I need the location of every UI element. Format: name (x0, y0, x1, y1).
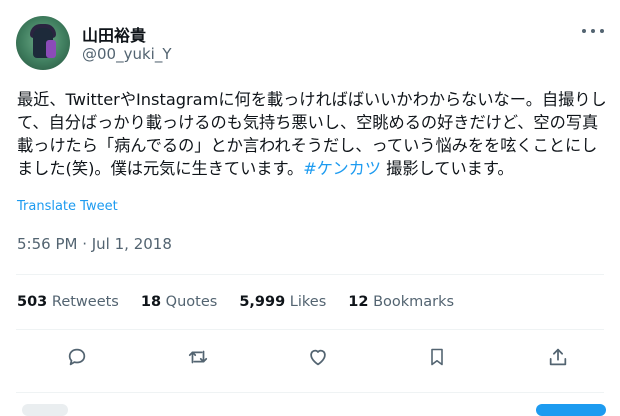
engagement-stats: 503 Retweets 18 Quotes 5,999 Likes 12 Bo… (17, 294, 454, 310)
like-button[interactable] (305, 344, 331, 370)
reply-button[interactable] (64, 344, 90, 370)
partial-button-right[interactable] (536, 404, 606, 416)
likes-count: 5,999 (239, 294, 286, 310)
tweet-text: 最近、TwitterやInstagramに何を載っければばいいかわからないなー。… (17, 88, 613, 180)
share-icon (549, 348, 567, 366)
more-options-icon[interactable] (582, 24, 604, 38)
retweets-stat[interactable]: 503 Retweets (17, 294, 119, 310)
partial-element-left (22, 404, 68, 416)
quotes-stat[interactable]: 18 Quotes (141, 294, 217, 310)
quotes-count: 18 (140, 294, 162, 310)
retweets-label: Retweets (51, 294, 119, 310)
dot (591, 29, 595, 33)
retweet-icon (188, 350, 208, 364)
action-bar (0, 340, 620, 374)
user-handle[interactable]: @00_yuki_Y (82, 45, 172, 63)
divider (16, 392, 604, 393)
divider (16, 329, 604, 330)
share-button[interactable] (545, 344, 571, 370)
bookmarks-stat[interactable]: 12 Bookmarks (348, 294, 454, 310)
likes-stat[interactable]: 5,999 Likes (239, 294, 326, 310)
hashtag-link[interactable]: #ケンカツ (303, 159, 381, 178)
avatar[interactable] (16, 16, 70, 70)
reply-icon (68, 348, 86, 366)
retweet-button[interactable] (185, 344, 211, 370)
bookmark-icon (431, 348, 443, 366)
quotes-label: Quotes (165, 294, 218, 310)
tweet-body-end: 撮影しています。 (381, 159, 514, 178)
avatar-accent (46, 40, 56, 58)
bookmark-button[interactable] (424, 344, 450, 370)
translate-tweet-link[interactable]: Translate Tweet (17, 199, 118, 214)
tweet-timestamp[interactable]: 5:56 PM · Jul 1, 2018 (17, 235, 172, 253)
like-icon (310, 349, 326, 366)
dot (600, 29, 604, 33)
display-name[interactable]: 山田裕貴 (82, 22, 146, 46)
dot (582, 29, 586, 33)
divider (16, 274, 604, 275)
bookmarks-label: Bookmarks (373, 294, 455, 310)
bookmarks-count: 12 (348, 294, 369, 310)
retweets-count: 503 (17, 294, 48, 310)
likes-label: Likes (289, 294, 327, 310)
